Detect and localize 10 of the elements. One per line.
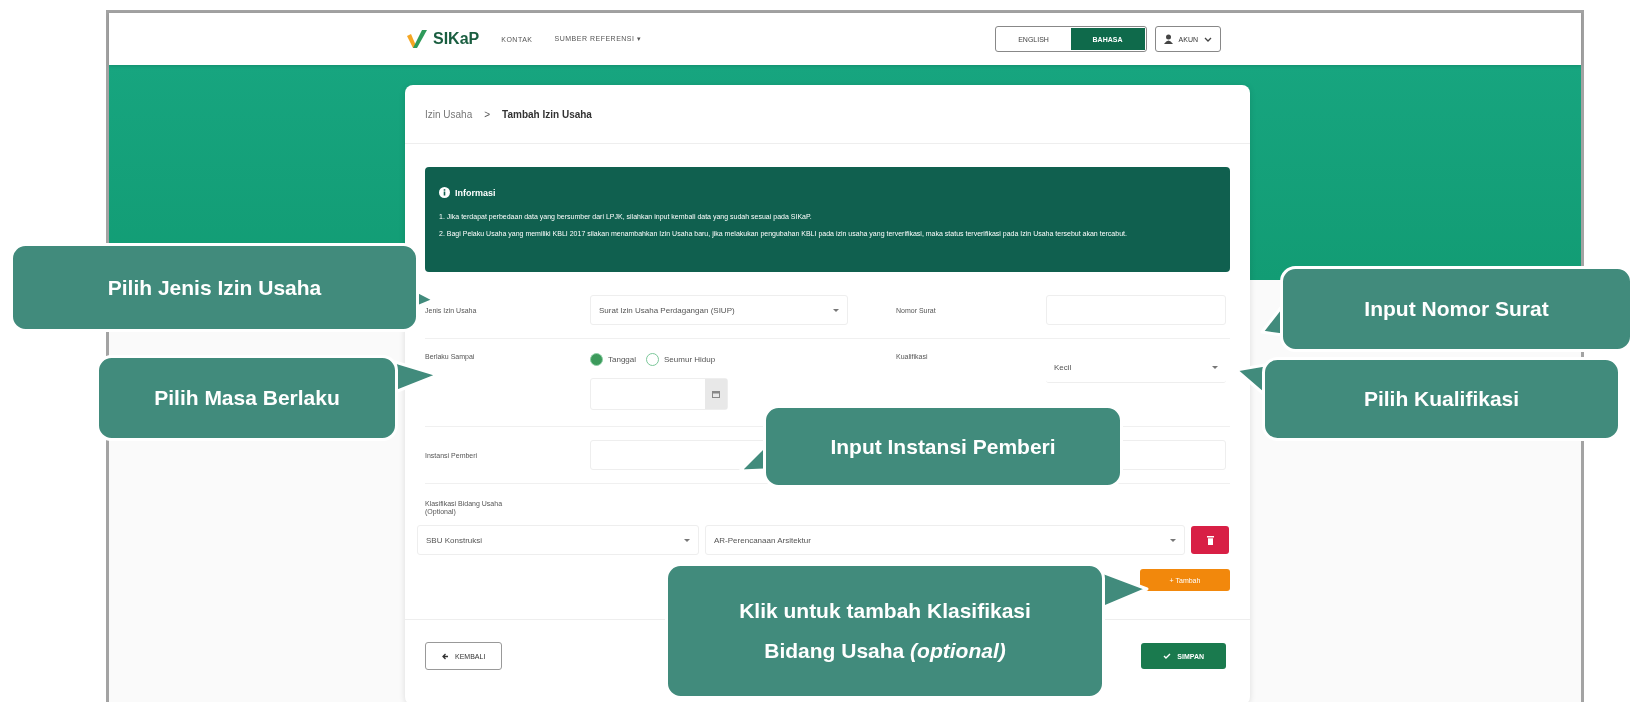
logo-text: SIKaP: [433, 30, 480, 48]
callout-text: Input Instansi Pemberi: [830, 433, 1056, 460]
info-title: Informasi: [455, 187, 496, 198]
breadcrumb-current: Tambah Izin Usaha: [502, 108, 592, 120]
callout-text: Klik untuk tambah Klasifikasi Bidang Usaha (optional): [738, 598, 1032, 664]
callout-text: Pilih Jenis Izin Usaha: [107, 274, 322, 301]
callout-text: Pilih Kualifikasi: [1363, 386, 1520, 412]
callout-text: Input Nomor Surat: [1364, 296, 1549, 322]
breadcrumb-separator: >: [484, 108, 491, 120]
callout-text: Pilih Masa Berlaku: [154, 385, 340, 411]
